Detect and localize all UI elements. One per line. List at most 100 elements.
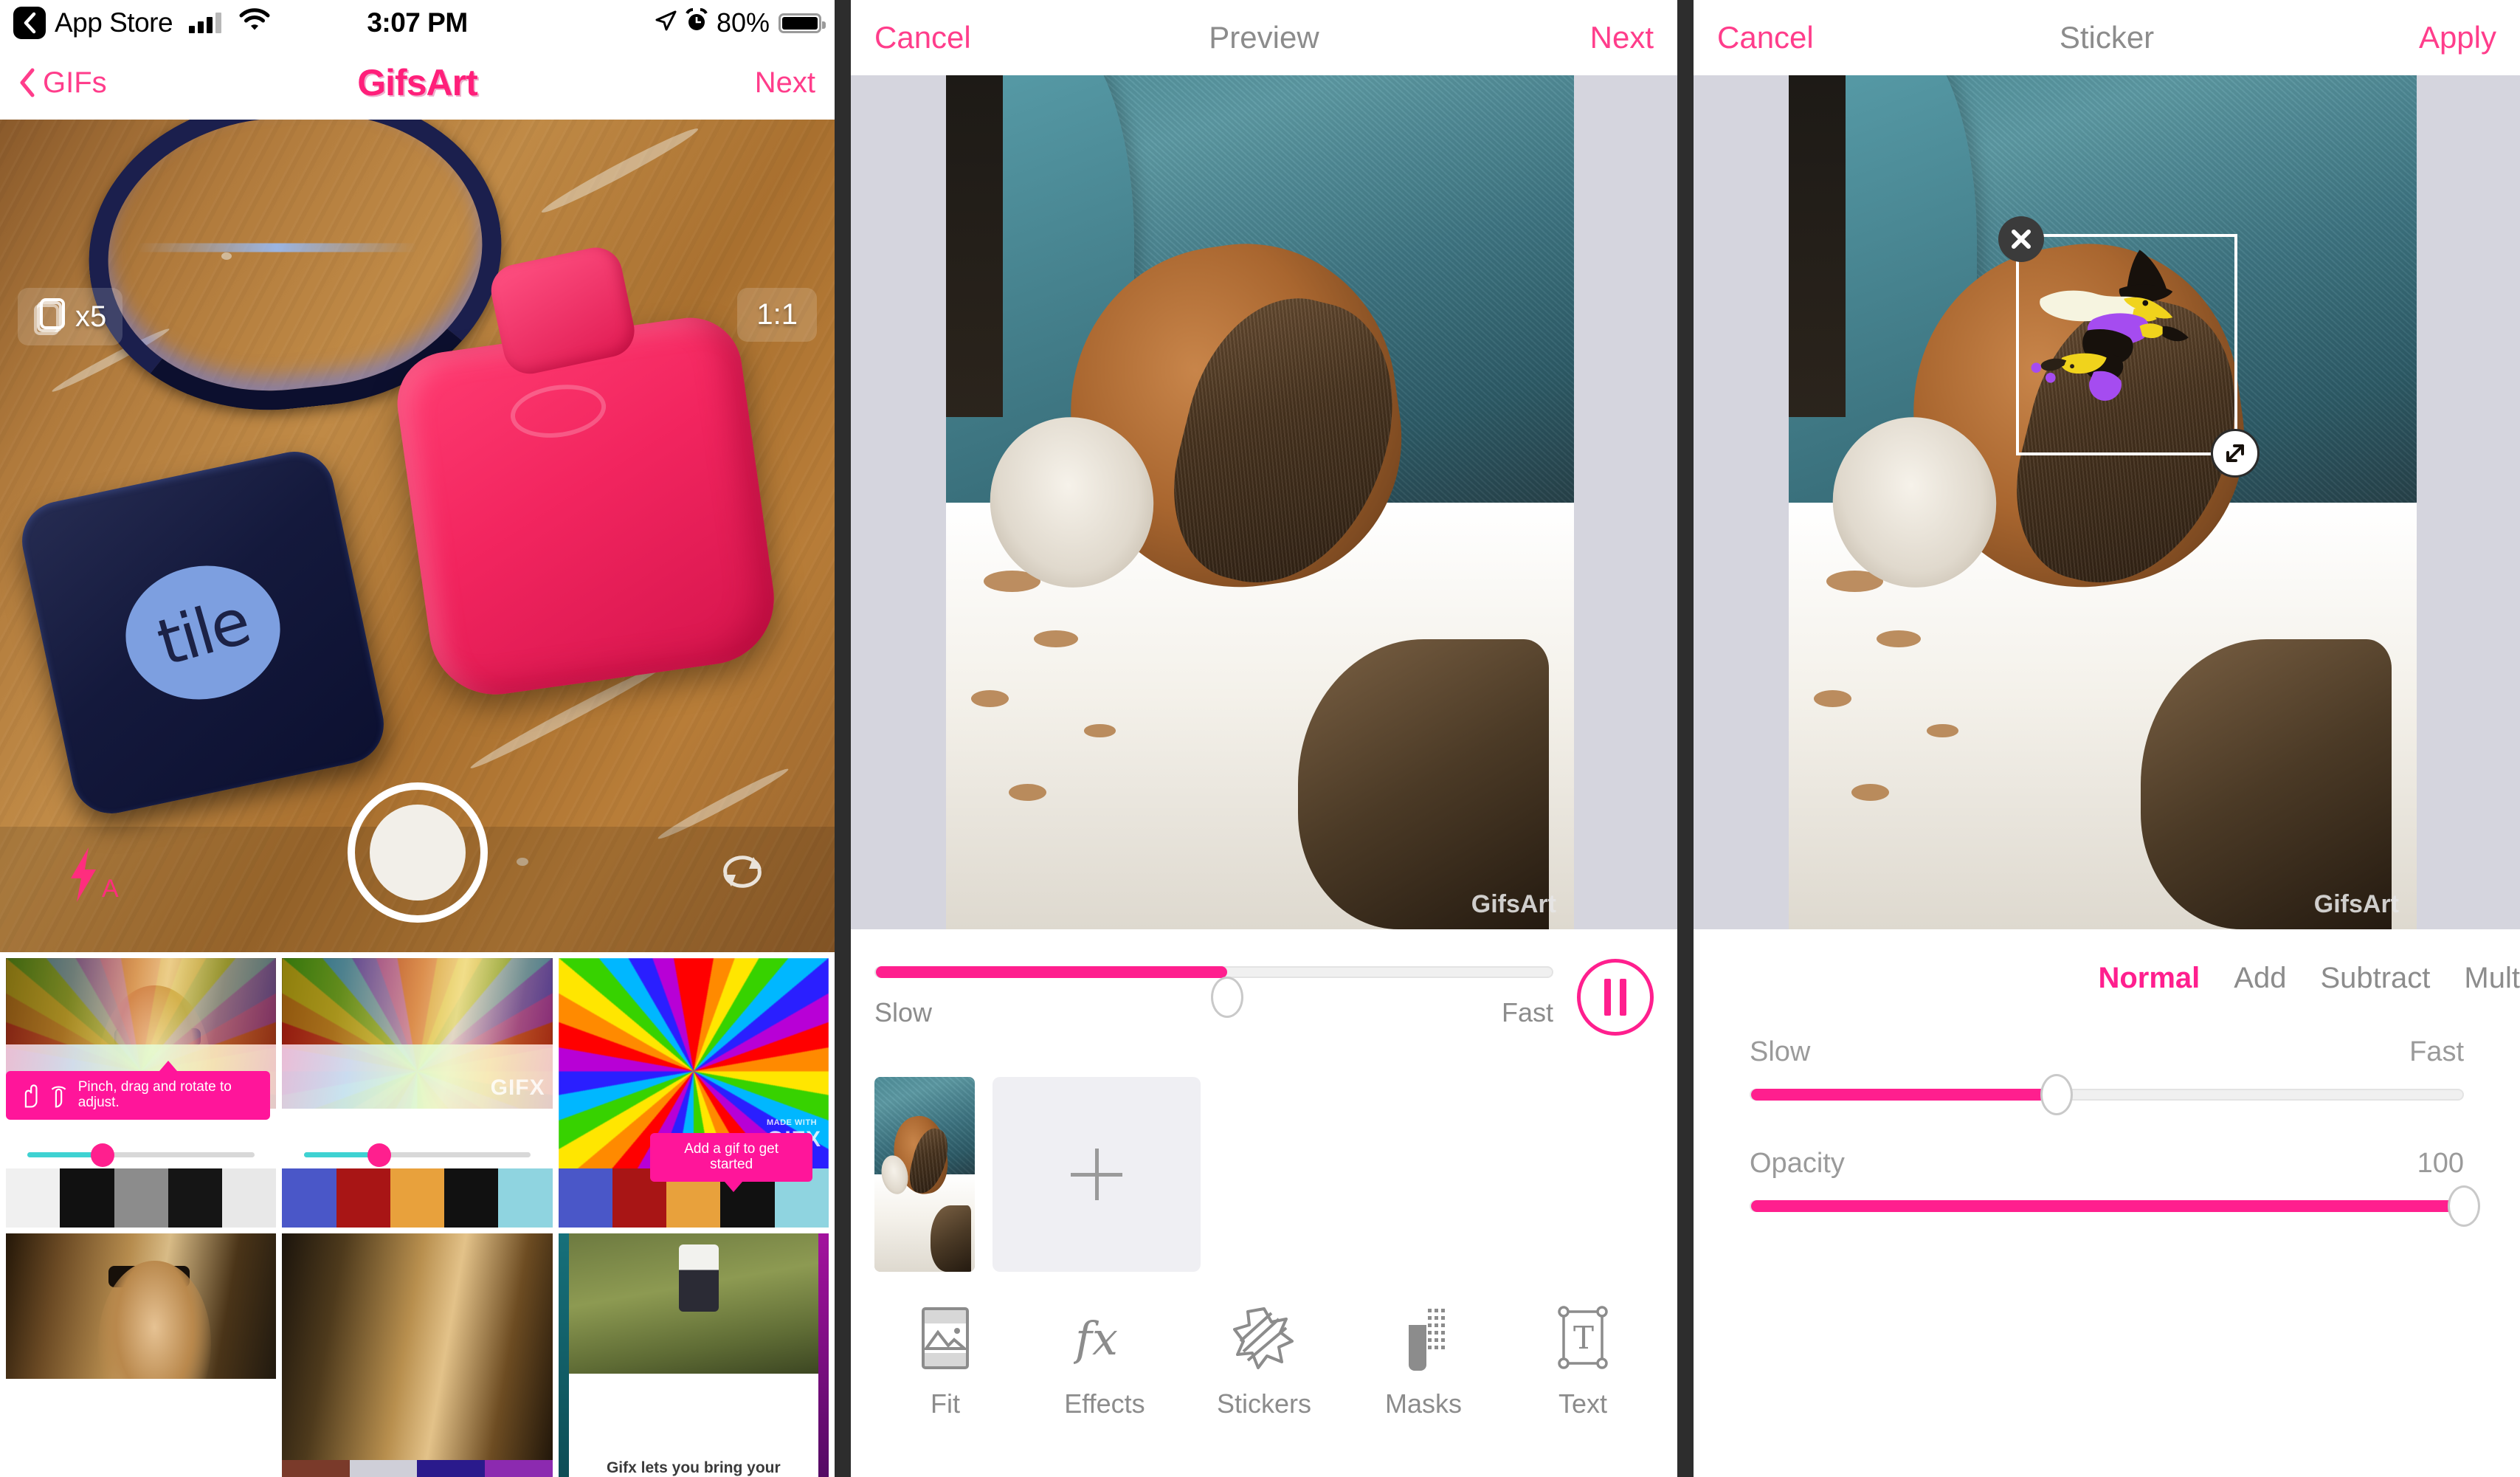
wifi-icon bbox=[239, 7, 270, 38]
toolbar-label-text: Text bbox=[1558, 1388, 1608, 1419]
panel-divider bbox=[835, 0, 851, 1477]
sunglasses-shape bbox=[108, 1265, 190, 1287]
tip-bubble: Pinch, drag and rotate to adjust. bbox=[6, 1061, 271, 1120]
gif-preview-image bbox=[282, 1233, 553, 1477]
ios-status-bar: App Store 3:07 PM 80% bbox=[0, 0, 835, 46]
gif-preview-image bbox=[6, 1233, 277, 1477]
sticker-cancel-button[interactable]: Cancel bbox=[1717, 20, 1814, 55]
tile-logo: tile bbox=[114, 554, 291, 712]
toolbar-item-fit[interactable]: Fit bbox=[869, 1304, 1021, 1419]
dog-photo bbox=[1789, 75, 2417, 929]
camera-next-button[interactable]: Next bbox=[755, 66, 815, 100]
tip-bubble-label: Pinch, drag and rotate to adjust. bbox=[77, 1079, 232, 1111]
aspect-ratio-badge[interactable]: 1:1 bbox=[737, 288, 817, 342]
blend-mode-multiply[interactable]: Mult bbox=[2464, 962, 2520, 995]
opacity-slider-knob[interactable] bbox=[2448, 1185, 2480, 1227]
add-frame-button[interactable] bbox=[993, 1077, 1201, 1272]
speed-slider-max-label: Fast bbox=[1501, 997, 1553, 1027]
sticker-speed-slider-fill bbox=[1751, 1089, 2057, 1101]
blend-mode-normal[interactable]: Normal bbox=[2098, 962, 2200, 995]
flash-auto-button[interactable]: A bbox=[66, 846, 119, 903]
gif-grid-item[interactable]: MADE WITH GIFX Add a gif to get started bbox=[558, 958, 829, 1228]
mock-slider bbox=[303, 1143, 531, 1168]
sticker-base-image: GifsArt bbox=[1789, 75, 2417, 929]
sticker-speed-max-label: Fast bbox=[2409, 1036, 2464, 1067]
camera-viewfinder[interactable]: tile x5 1:1 A bbox=[0, 120, 835, 952]
mock-thumb-strip bbox=[6, 1168, 277, 1228]
filmstrip-frame[interactable] bbox=[874, 1077, 975, 1272]
gif-grid-item[interactable]: GIFX Pinch, drag and rotate to adjust. bbox=[6, 958, 277, 1228]
rotate-gesture-icon bbox=[51, 1086, 66, 1108]
card-right-accent bbox=[818, 1233, 829, 1477]
status-back-app-label: App Store bbox=[55, 7, 173, 38]
blend-mode-add[interactable]: Add bbox=[2234, 962, 2286, 995]
gifx-watermark: GIFX bbox=[490, 1075, 545, 1101]
aspect-ratio-label: 1:1 bbox=[756, 298, 798, 331]
toolbar-item-effects[interactable]: fx Effects bbox=[1029, 1304, 1180, 1419]
fit-image-icon bbox=[919, 1304, 972, 1372]
shutter-button[interactable] bbox=[347, 782, 488, 923]
gif-grid-item[interactable]: Gifx lets you bring your precious moment… bbox=[558, 1233, 829, 1477]
preview-title: Preview bbox=[1209, 20, 1319, 55]
toolbar-item-stickers[interactable]: Stickers bbox=[1188, 1304, 1339, 1419]
sticker-apply-button[interactable]: Apply bbox=[2419, 20, 2496, 55]
toolbar-label-effects: Effects bbox=[1064, 1388, 1145, 1419]
gif-grid-item[interactable] bbox=[282, 1233, 553, 1477]
alarm-clock-icon bbox=[686, 7, 708, 38]
gif-grid-item[interactable] bbox=[6, 1233, 277, 1477]
battery-percent-label: 80% bbox=[716, 7, 770, 38]
sticker-close-button[interactable] bbox=[1998, 216, 2044, 262]
pinch-gesture-icon bbox=[24, 1084, 38, 1108]
sticker-speed-min-label: Slow bbox=[1750, 1036, 1811, 1067]
preview-stage[interactable]: GifsArt bbox=[851, 75, 1677, 929]
back-chevron-icon[interactable] bbox=[13, 7, 46, 39]
gif-preview-image: Gifx lets you bring your precious moment… bbox=[558, 1233, 829, 1477]
gifsart-nav-bar: GIFs GifsArt Next bbox=[0, 46, 835, 120]
sticker-speed-slider[interactable] bbox=[1750, 1074, 2464, 1115]
flash-bolt-icon bbox=[71, 847, 96, 902]
panel-divider bbox=[1677, 0, 1694, 1477]
burst-count-badge[interactable]: x5 bbox=[18, 288, 123, 345]
gif-grid-item[interactable]: GIFX bbox=[282, 958, 553, 1228]
blend-mode-tabs: Normal Add Subtract Mult bbox=[1694, 929, 2520, 995]
toolbar-label-masks: Masks bbox=[1384, 1388, 1462, 1419]
preview-cancel-button[interactable]: Cancel bbox=[874, 20, 971, 55]
opacity-slider[interactable] bbox=[1750, 1185, 2480, 1227]
frame-filmstrip bbox=[851, 1036, 1677, 1272]
toolbar-item-text[interactable]: T Text bbox=[1507, 1304, 1658, 1419]
mask-icon bbox=[1392, 1304, 1454, 1372]
speed-slider[interactable]: Slow Fast bbox=[874, 966, 1553, 1028]
battery-icon bbox=[779, 13, 826, 33]
pause-button[interactable] bbox=[1577, 959, 1654, 1036]
flip-camera-button[interactable] bbox=[717, 848, 768, 899]
preview-next-button[interactable]: Next bbox=[1590, 20, 1654, 55]
tip-bubble-label: Add a gif to get started bbox=[684, 1141, 779, 1173]
dog-tail bbox=[931, 1205, 971, 1272]
toolbar-item-masks[interactable]: Masks bbox=[1347, 1304, 1499, 1419]
preview-image: GifsArt bbox=[946, 75, 1574, 929]
airpods-case bbox=[390, 242, 783, 703]
dog-photo bbox=[946, 75, 1574, 929]
text-box-icon: T bbox=[1553, 1304, 1612, 1372]
speed-control-row: Slow Fast bbox=[851, 929, 1677, 1036]
tile-tracker: tile bbox=[14, 444, 392, 822]
gif-preview-image: GIFX Pinch, drag and rotate to adjust. bbox=[6, 958, 277, 1228]
speed-slider-track bbox=[874, 966, 1553, 978]
sticker-nav-bar: Cancel Sticker Apply bbox=[1694, 0, 2520, 75]
gifsart-watermark: GifsArt bbox=[1471, 890, 1556, 918]
dark-edge bbox=[1789, 75, 1846, 417]
sticker-resize-handle[interactable] bbox=[2211, 429, 2260, 478]
svg-text:T: T bbox=[1573, 1320, 1594, 1356]
sticker-speed-slider-knob[interactable] bbox=[2040, 1074, 2074, 1115]
speed-slider-min-label: Slow bbox=[874, 997, 933, 1027]
sticker-stage[interactable]: GifsArt bbox=[1694, 75, 2520, 929]
sticker-selection-box[interactable] bbox=[1998, 216, 2260, 478]
status-bar-left: App Store bbox=[13, 7, 270, 39]
app-logo: GifsArt bbox=[357, 62, 477, 103]
blend-mode-subtract[interactable]: Subtract bbox=[2320, 962, 2430, 995]
opacity-slider-track bbox=[1750, 1200, 2464, 1212]
speed-slider-knob[interactable] bbox=[1211, 977, 1244, 1018]
sticker-title: Sticker bbox=[2059, 20, 2155, 55]
tile-brand-label: tile bbox=[149, 585, 257, 681]
preview-panel: Cancel Preview Next GifsArt Slow Fast Fi… bbox=[851, 0, 1677, 1477]
